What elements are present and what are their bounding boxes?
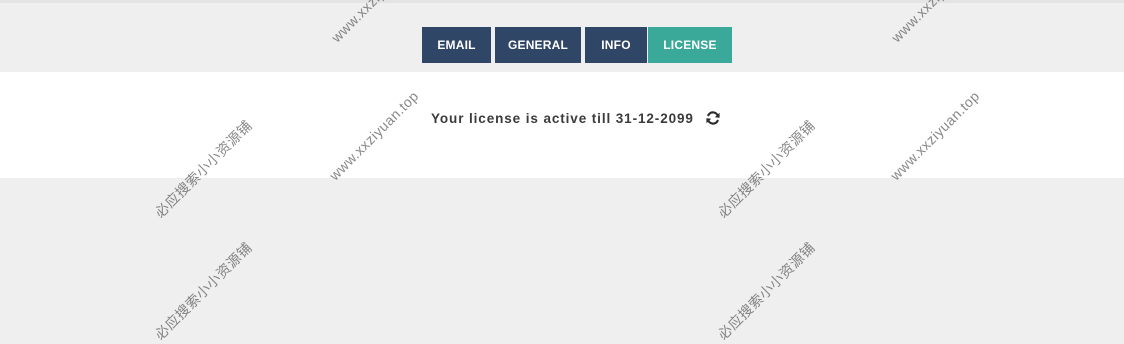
tab-email[interactable]: EMAIL <box>422 27 491 63</box>
watermark-cn: 必应搜索小小资源铺 <box>714 239 819 343</box>
refresh-icon[interactable] <box>704 109 722 127</box>
watermark-url: www.xxziyuan.top <box>888 0 984 45</box>
refresh-icon-graphic <box>706 111 720 125</box>
top-edge <box>0 0 1124 3</box>
tab-general[interactable]: GENERAL <box>495 27 581 63</box>
watermark-cn: 必应搜索小小资源铺 <box>151 239 256 343</box>
license-panel: Your license is active till 31-12-2099 <box>0 72 1124 178</box>
tab-info[interactable]: INFO <box>585 27 647 63</box>
license-status-text: Your license is active till 31-12-2099 <box>431 110 694 126</box>
settings-tabs: EMAIL GENERAL INFO LICENSE <box>422 27 732 63</box>
watermark-url: www.xxziyuan.top <box>328 0 424 45</box>
license-status-row: Your license is active till 31-12-2099 <box>431 108 722 128</box>
tab-license[interactable]: LICENSE <box>648 27 732 63</box>
